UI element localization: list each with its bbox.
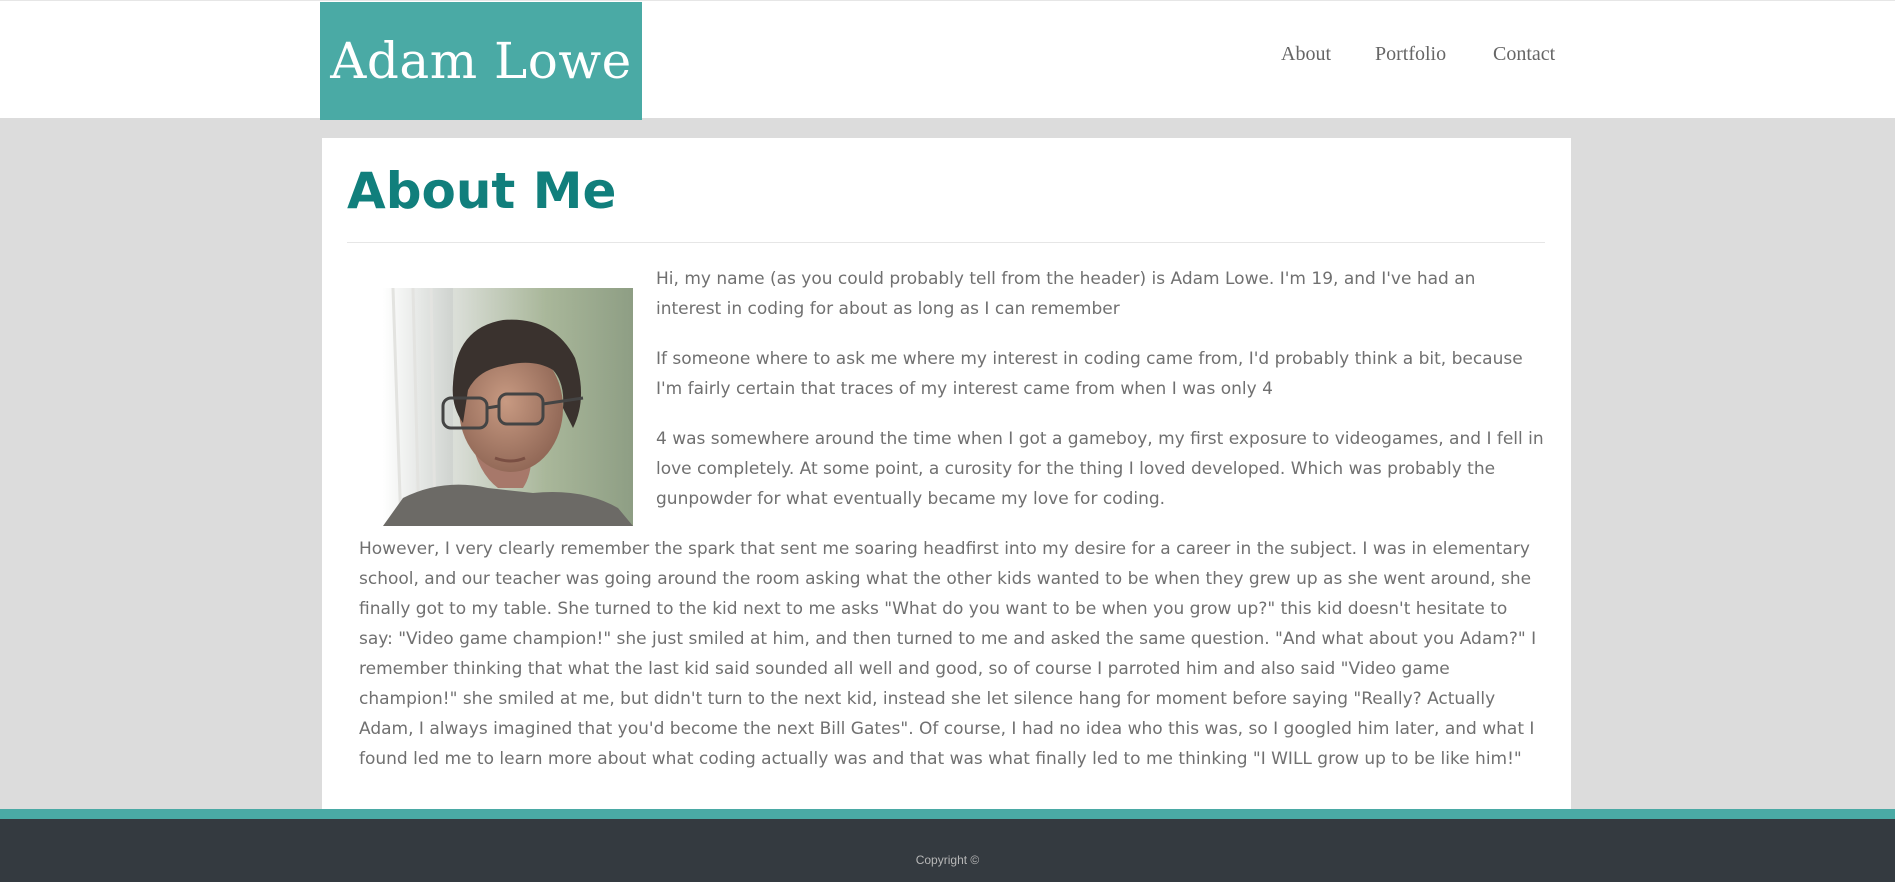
intro-paragraph: Hi, my name (as you could probably tell …	[656, 269, 1476, 319]
gameboy-paragraph: 4 was somewhere around the time when I g…	[656, 429, 1544, 509]
site-footer: Copyright ©	[0, 819, 1895, 882]
about-content-card: About Me Hi, my name (as you could proba…	[322, 138, 1571, 810]
site-header: Adam Lowe About Portfolio Contact	[0, 0, 1895, 120]
spark-paragraph: However, I very clearly remember the spa…	[359, 539, 1537, 769]
page-title: About Me	[347, 162, 617, 220]
site-logo[interactable]: Adam Lowe	[320, 2, 642, 120]
nav-link-contact[interactable]: Contact	[1493, 43, 1555, 66]
title-divider	[347, 242, 1545, 243]
footer-accent-strip	[0, 809, 1895, 819]
nav-link-portfolio[interactable]: Portfolio	[1375, 43, 1446, 66]
nav-link-about[interactable]: About	[1281, 43, 1331, 66]
logo-text: Adam Lowe	[330, 32, 632, 90]
origin-paragraph: If someone where to ask me where my inte…	[656, 349, 1523, 399]
copyright-text: Copyright ©	[915, 853, 980, 867]
profile-photo	[383, 288, 633, 526]
